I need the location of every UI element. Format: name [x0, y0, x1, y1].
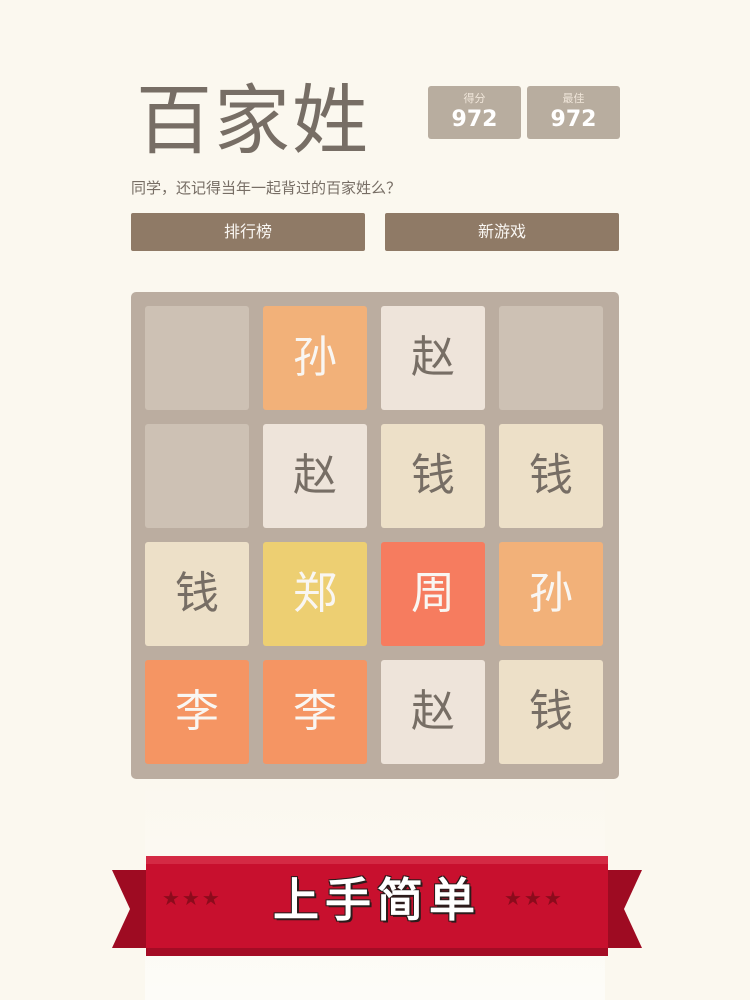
tile: 周	[381, 542, 485, 646]
tile: 郑	[263, 542, 367, 646]
tile-label: 赵	[293, 450, 337, 501]
game-title: 百家姓	[136, 76, 370, 165]
tile: 李	[263, 660, 367, 764]
current-score-label: 得分	[463, 92, 486, 105]
new-game-button[interactable]: 新游戏	[385, 213, 619, 251]
current-score-box: 得分 972	[428, 86, 521, 139]
tile: 钱	[145, 542, 249, 646]
best-score-value: 972	[550, 107, 597, 132]
tile: 钱	[381, 424, 485, 528]
tile-label: 郑	[293, 568, 337, 619]
tile: 孙	[263, 306, 367, 410]
empty-cell	[145, 424, 249, 528]
tile-label: 赵	[411, 332, 455, 383]
game-subtitle: 同学，还记得当年一起背过的百家姓么？	[131, 179, 402, 197]
tile: 赵	[381, 306, 485, 410]
stars-right-icon: ★★★	[504, 886, 564, 910]
tile-label: 周	[411, 568, 455, 619]
empty-cell	[145, 306, 249, 410]
banner-text: 上手简单	[273, 873, 481, 927]
tile-label: 孙	[529, 568, 573, 619]
tile: 钱	[499, 424, 603, 528]
best-score-box: 最佳 972	[527, 86, 620, 139]
current-score-value: 972	[451, 107, 498, 132]
game-board[interactable]: 孙赵赵钱钱钱郑周孙李李赵钱	[131, 292, 619, 779]
promo-banner: ★★★ 上手简单 ★★★	[112, 830, 642, 960]
tile-label: 孙	[293, 332, 337, 383]
best-score-label: 最佳	[562, 92, 585, 105]
tile-label: 钱	[529, 686, 573, 737]
tile-label: 钱	[175, 568, 219, 619]
empty-cell	[499, 306, 603, 410]
tile-label: 钱	[529, 450, 573, 501]
tile: 赵	[263, 424, 367, 528]
stars-left-icon: ★★★	[162, 886, 222, 910]
tile-label: 钱	[411, 450, 455, 501]
tile: 钱	[499, 660, 603, 764]
tile-label: 李	[175, 686, 219, 737]
tile: 李	[145, 660, 249, 764]
tile-label: 赵	[411, 686, 455, 737]
tile: 孙	[499, 542, 603, 646]
leaderboard-button[interactable]: 排行榜	[131, 213, 365, 251]
tile: 赵	[381, 660, 485, 764]
tile-label: 李	[293, 686, 337, 737]
